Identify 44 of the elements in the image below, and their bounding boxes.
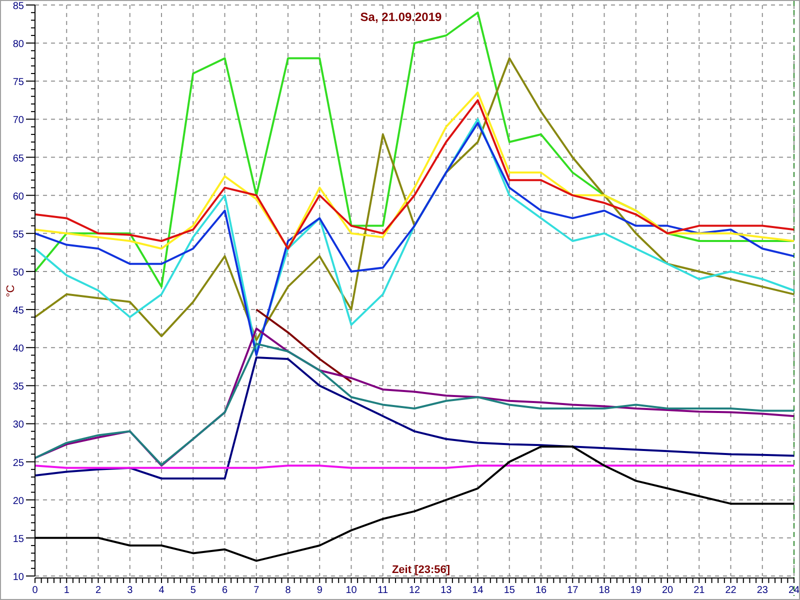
tick-label: 25 bbox=[12, 458, 24, 469]
tick-label: 11 bbox=[378, 585, 388, 596]
tick-label: 65 bbox=[12, 153, 24, 164]
tick-label: 20 bbox=[12, 496, 24, 507]
tick-label: 55 bbox=[12, 229, 24, 240]
tick-label: 30 bbox=[12, 420, 24, 431]
tick-label: 15 bbox=[12, 534, 24, 545]
tick-label: 80 bbox=[12, 39, 24, 50]
tick-label: 6 bbox=[222, 585, 228, 596]
tick-label: 10 bbox=[346, 585, 357, 596]
tick-label: 17 bbox=[567, 585, 578, 596]
tick-label: 13 bbox=[440, 585, 452, 596]
tick-label: 22 bbox=[725, 585, 736, 596]
tick-label: 15 bbox=[504, 585, 515, 596]
tick-label: 5 bbox=[190, 585, 196, 596]
tick-label: 20 bbox=[662, 585, 674, 596]
tick-label: 75 bbox=[12, 77, 24, 88]
chart-title: Sa, 21.09.2019 bbox=[360, 10, 442, 24]
tick-label: 45 bbox=[12, 306, 24, 317]
tick-label: 7 bbox=[254, 585, 260, 596]
axis-label: °C bbox=[5, 284, 17, 298]
tick-label: 18 bbox=[598, 585, 610, 596]
tick-label: 3 bbox=[127, 585, 133, 596]
tick-label: 0 bbox=[32, 585, 38, 596]
tick-label: 4 bbox=[158, 585, 164, 596]
tick-label: 60 bbox=[12, 191, 24, 202]
tick-label: 12 bbox=[408, 585, 420, 596]
tick-label: 23 bbox=[756, 585, 768, 596]
tick-label: 19 bbox=[630, 585, 642, 596]
tick-label: 70 bbox=[12, 115, 24, 126]
tick-label: 35 bbox=[12, 382, 24, 393]
tick-label: 50 bbox=[12, 267, 24, 278]
tick-label: 16 bbox=[535, 585, 547, 596]
tick-label: 24 bbox=[788, 585, 799, 596]
tick-label: 85 bbox=[12, 1, 24, 12]
tick-label: 8 bbox=[285, 585, 291, 596]
tick-label: 9 bbox=[316, 585, 322, 596]
tick-label: 10 bbox=[12, 572, 24, 583]
tick-label: 2 bbox=[95, 585, 102, 596]
axis-label: Zeit [23:56] bbox=[392, 564, 450, 576]
tick-label: 14 bbox=[472, 585, 484, 596]
tick-label: 21 bbox=[694, 585, 705, 596]
tick-label: 1 bbox=[64, 585, 70, 596]
tick-label: 40 bbox=[12, 344, 24, 355]
